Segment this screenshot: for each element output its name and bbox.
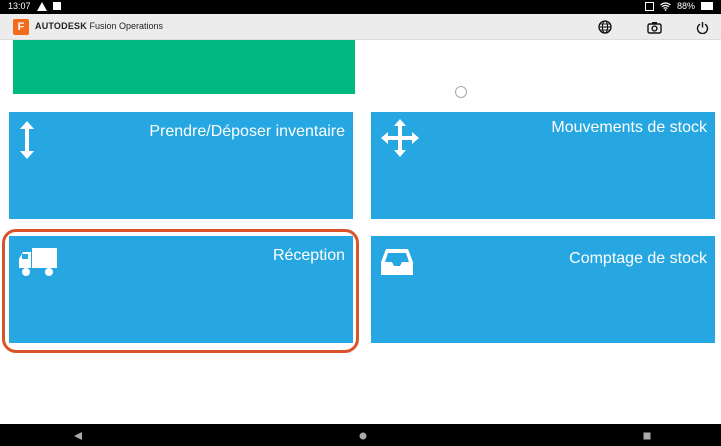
power-icon [696, 21, 708, 34]
status-bar: 13:07 88% [0, 0, 721, 14]
language-button[interactable] [596, 18, 614, 36]
battery-percent: 88% [676, 1, 695, 11]
home-circle-icon [359, 432, 367, 440]
battery-icon [701, 2, 713, 10]
power-button[interactable] [693, 18, 711, 36]
back-triangle-icon [74, 432, 82, 440]
notification-square-icon [52, 2, 61, 10]
app-header: F AUTODESK Fusion Operations [0, 14, 721, 40]
app-title: AUTODESK Fusion Operations [35, 21, 163, 31]
camera-button[interactable] [645, 18, 663, 36]
tile-label: Comptage de stock [569, 250, 707, 267]
back-button[interactable] [71, 429, 85, 443]
move-arrows-icon [381, 119, 419, 157]
cast-icon [644, 1, 654, 11]
globe-icon [598, 20, 612, 34]
tile-prendre-deposer-inventaire[interactable]: Prendre/Déposer inventaire [9, 112, 353, 219]
home-button[interactable] [356, 429, 370, 443]
vertical-arrows-icon [20, 121, 34, 159]
warning-icon [36, 1, 47, 11]
status-time: 13:07 [8, 1, 31, 11]
green-tile-top[interactable] [13, 40, 355, 94]
truck-icon [19, 248, 57, 276]
camera-icon [646, 21, 662, 34]
recents-square-icon [643, 432, 651, 440]
navigation-bar [0, 424, 721, 446]
fusion-logo: F [13, 19, 29, 35]
brand-autodesk: AUTODESK [35, 21, 87, 31]
tile-reception[interactable]: Réception [9, 236, 353, 343]
wifi-icon [660, 1, 671, 11]
loading-indicator [455, 86, 467, 98]
tile-label: Prendre/Déposer inventaire [149, 123, 345, 140]
inbox-tray-icon [381, 249, 413, 275]
tile-label: Réception [272, 247, 345, 264]
brand-product: Fusion Operations [86, 21, 163, 31]
recents-button[interactable] [640, 429, 654, 443]
tile-mouvements-de-stock[interactable]: Mouvements de stock [371, 112, 715, 219]
tile-comptage-de-stock[interactable]: Comptage de stock [371, 236, 715, 343]
tile-label: Mouvements de stock [551, 119, 707, 136]
